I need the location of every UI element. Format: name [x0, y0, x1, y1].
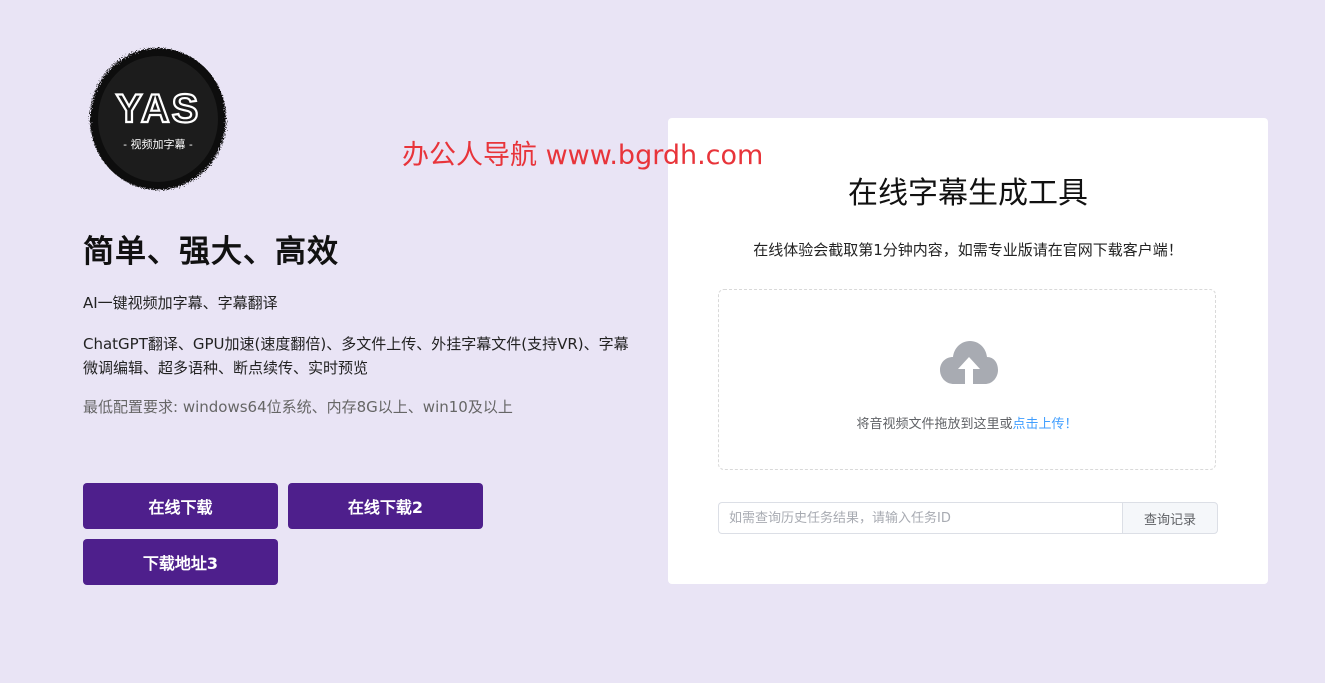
download-address-3-button[interactable]: 下载地址3: [83, 539, 278, 585]
subtitle-tool-card: 在线字幕生成工具 在线体验会截取第1分钟内容，如需专业版请在官网下载客户端！ 将…: [668, 118, 1268, 584]
yas-logo: YAS - 视频加字幕 -: [85, 44, 231, 194]
task-id-input[interactable]: [718, 502, 1122, 534]
feature-line-1: AI一键视频加字幕、字幕翻译: [83, 294, 278, 312]
task-query-row: 查询记录: [718, 502, 1218, 534]
upload-hint-text: 将音视频文件拖放到这里或: [856, 417, 1013, 432]
online-download-2-button[interactable]: 在线下载2: [288, 483, 483, 529]
query-records-button[interactable]: 查询记录: [1122, 502, 1218, 534]
logo-sub-text: - 视频加字幕 -: [123, 137, 193, 151]
feature-line-2: ChatGPT翻译、GPU加速(速度翻倍)、多文件上传、外挂字幕文件(支持VR)…: [83, 335, 629, 377]
tagline: 简单、强大、高效: [83, 234, 339, 270]
card-title: 在线字幕生成工具: [848, 176, 1088, 211]
system-requirements: 最低配置要求: windows64位系统、内存8G以上、win10及以上: [83, 398, 513, 416]
upload-hint: 将音视频文件拖放到这里或点击上传！: [719, 413, 1215, 432]
click-upload-link[interactable]: 点击上传！: [1013, 417, 1078, 432]
logo-badge: YAS - 视频加字幕 -: [90, 48, 226, 190]
watermark-text: 办公人导航 www.bgrdh.com: [402, 140, 764, 171]
card-subtitle: 在线体验会截取第1分钟内容，如需专业版请在官网下载客户端！: [753, 241, 1183, 259]
online-download-button[interactable]: 在线下载: [83, 483, 278, 529]
logo-main-text: YAS: [116, 87, 201, 131]
cloud-upload-icon: [939, 340, 999, 386]
upload-dropzone[interactable]: 将音视频文件拖放到这里或点击上传！: [718, 289, 1216, 470]
